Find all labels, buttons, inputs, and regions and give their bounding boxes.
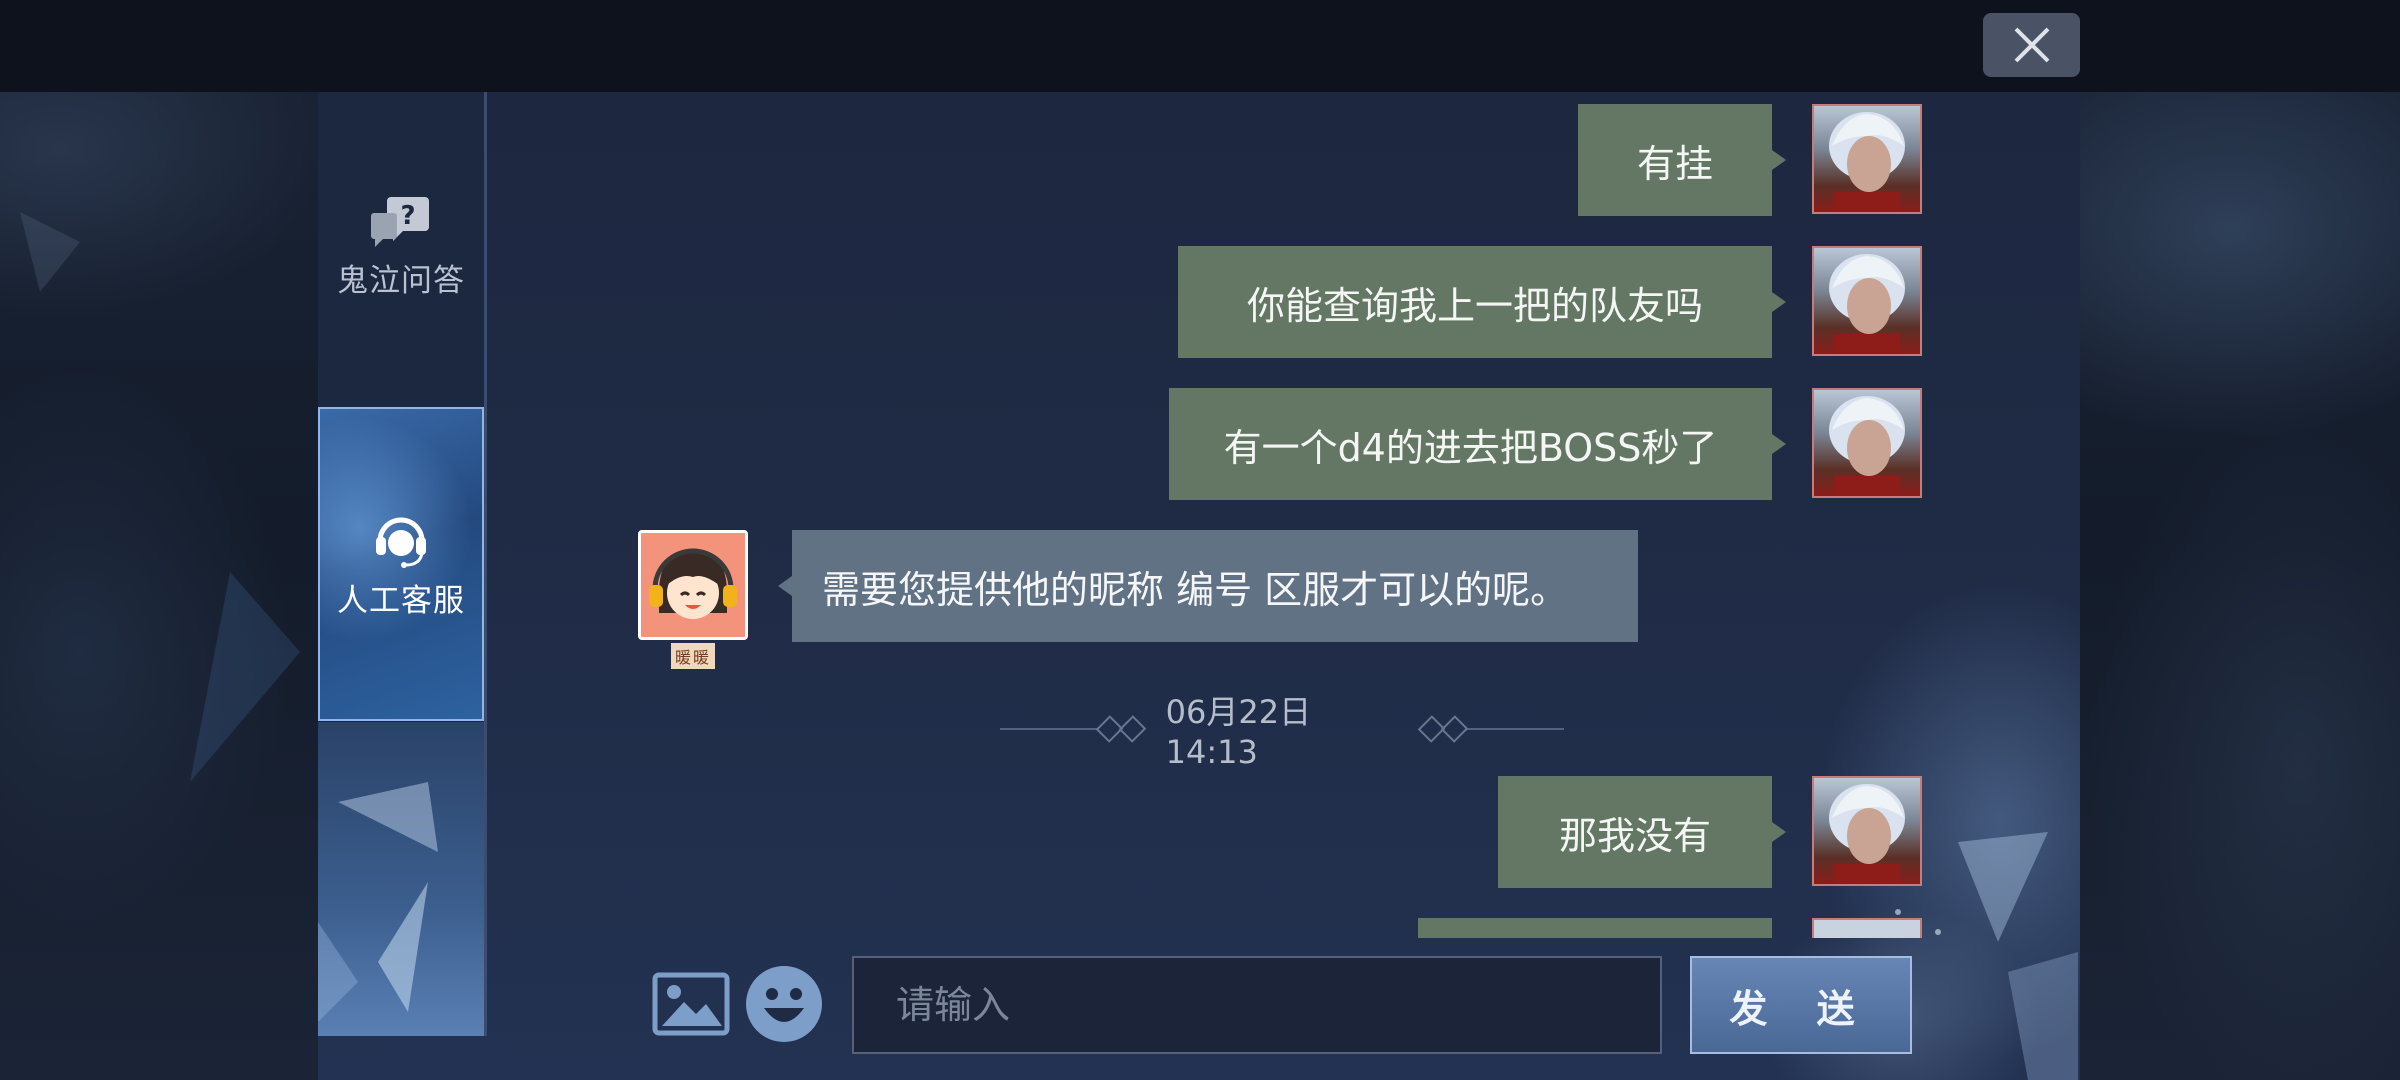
user-avatar [1812,246,1922,356]
user-avatar [1812,104,1922,214]
user-avatar [1812,776,1922,886]
sidebar: ? 鬼泣问答 人工客服 [318,92,487,1036]
sidebar-item-label: 鬼泣问答 [337,262,465,299]
user-message-bubble: 有挂 [1578,104,1786,216]
message-input[interactable] [852,956,1662,1054]
headset-icon [376,517,426,568]
user-avatar-partial [1812,918,1922,938]
user-avatar-image [1829,396,1905,496]
sidebar-item-customer-service[interactable]: 人工客服 [318,407,484,721]
agent-avatar-image [649,548,737,619]
agent-message-bubble: 需要您提供他的昵称 编号 区服才可以的呢。 [778,530,1638,642]
close-icon [2014,27,2049,63]
user-message-bubble: 那我没有 [1498,776,1786,888]
smiley-icon [746,966,822,1042]
agent-name-tag: 暖暖 [671,643,715,669]
user-avatar-image [1829,254,1905,354]
image-icon [652,972,730,1036]
agent-avatar [638,530,748,640]
diamond-icon [1118,715,1146,743]
divider-line [1000,728,1098,730]
sidebar-ice-decoration [318,782,438,1022]
timestamp-text: 06月22日 14:13 [1165,693,1312,771]
sidebar-item-label: 人工客服 [337,582,465,619]
user-avatar-image [1829,784,1905,884]
send-button[interactable]: 发 送 [1690,956,1912,1054]
sidebar-item-faq[interactable]: ? 鬼泣问答 [318,182,484,312]
app-root: ? 鬼泣问答 人工客服 有挂 你能查询我上一把的队友吗 有一个d4的进去把BOS… [0,0,2400,1080]
user-message-bubble: 你能查询我上一把的队友吗 [1178,246,1786,358]
diamond-icon [1441,715,1469,743]
user-avatar [1812,388,1922,498]
image-button[interactable] [652,972,730,1036]
close-button[interactable] [1983,13,2080,77]
svg-text:?: ? [400,201,415,231]
user-avatar-image [1829,112,1905,212]
user-message-bubble: 有一个d4的进去把BOSS秒了 [1169,388,1786,500]
timestamp-divider: 06月22日 14:13 [1000,693,1564,771]
user-message-bubble-partial [1418,918,1772,938]
question-chat-icon: ? [371,196,429,247]
emoji-button[interactable] [744,964,824,1044]
sidebar-decoration [318,722,484,1036]
divider-line [1466,728,1564,730]
